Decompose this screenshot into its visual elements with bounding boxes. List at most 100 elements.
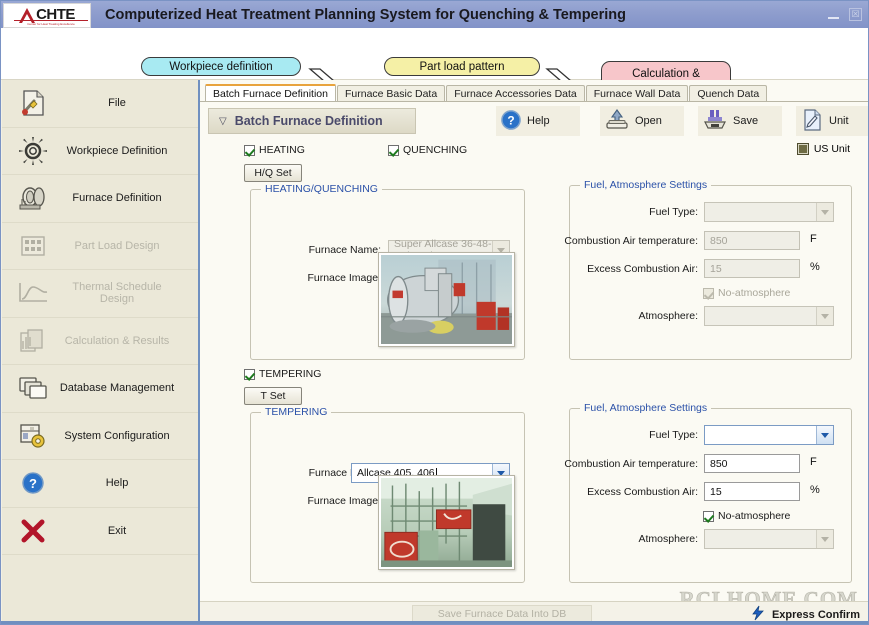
sidebar-item-label: Calculation & Results (64, 334, 170, 347)
close-button[interactable]: ☒ (849, 8, 862, 21)
workflow-step-part-load-pattern[interactable]: Part load pattern (384, 57, 540, 76)
svg-text:?: ? (507, 113, 514, 127)
tempering-excess-air-label: Excess Combustion Air: (587, 486, 698, 498)
hq-excess-air-label: Excess Combustion Air: (587, 263, 698, 275)
t-set-button[interactable]: T Set (244, 387, 302, 405)
sidebar-item-calculation-results[interactable]: Calculation & Results (2, 318, 198, 365)
sidebar-item-database-management[interactable]: Database Management (2, 365, 198, 413)
sidebar-filler (2, 555, 198, 624)
logo-subtext: Center for Heat Treating Excellence (14, 19, 88, 26)
checkbox-quenching[interactable]: QUENCHING (388, 144, 467, 156)
checkbox-label: QUENCHING (403, 144, 468, 156)
toolbar-unit-button[interactable]: Unit (796, 106, 868, 136)
question-circle-icon: ? (12, 466, 54, 500)
chevron-down-icon[interactable] (816, 426, 833, 444)
checkbox-label: HEATING (259, 144, 305, 156)
sidebar-item-exit[interactable]: Exit (2, 508, 198, 555)
group-legend: Fuel, Atmosphere Settings (580, 179, 712, 191)
config-gear-icon (12, 419, 54, 453)
bar-results-icon (12, 324, 54, 358)
sidebar-item-label: Exit (107, 524, 127, 537)
hq-atmosphere-combo[interactable] (704, 306, 834, 326)
toolbar-button-label: Open (635, 115, 662, 127)
sidebar-item-label: Furnace Definition (72, 192, 162, 205)
sidebar-item-system-configuration[interactable]: System Configuration (2, 413, 198, 460)
window-controls: ☒ (828, 8, 862, 21)
checkbox-tempering[interactable]: TEMPERING (244, 368, 321, 380)
file-icon (12, 86, 54, 120)
hq-excess-air-input[interactable]: 15 (704, 259, 800, 278)
tab-furnace-accessories-data[interactable]: Furnace Accessories Data (446, 85, 585, 102)
tab-label: Furnace Accessories Data (454, 88, 577, 100)
sidebar-item-part-load-design[interactable]: Part Load Design (2, 223, 198, 270)
tempering-no-atmosphere-checkbox[interactable]: No-atmosphere (703, 510, 790, 522)
group-legend: Fuel, Atmosphere Settings (580, 402, 712, 414)
tab-quench-data[interactable]: Quench Data (689, 85, 768, 102)
chevron-down-icon[interactable] (816, 307, 833, 325)
checkbox-indicator (244, 144, 255, 156)
tab-underline (200, 101, 868, 102)
window-title: Computerized Heat Treatment Planning Sys… (105, 6, 627, 23)
hq-atmosphere-value (704, 306, 834, 326)
hq-excess-air-unit: % (810, 261, 820, 273)
hq-combustion-air-temp-value: 850 (710, 234, 728, 247)
sidebar-item-label: Help (105, 477, 129, 490)
tab-strip: Batch Furnace Definition Furnace Basic D… (205, 84, 768, 102)
section-header-batch-furnace-definition[interactable]: ▽ Batch Furnace Definition (208, 108, 416, 134)
group-legend: TEMPERING (261, 406, 332, 418)
sidebar: File Workpiece Definition Furnace Defini… (2, 80, 200, 623)
tempering-atmosphere-label: Atmosphere: (638, 533, 698, 545)
workflow-step-workpiece-definition[interactable]: Workpiece definition (141, 57, 301, 76)
tempering-fuel-type-combo[interactable] (704, 425, 834, 445)
red-x-icon (12, 514, 54, 548)
sidebar-item-label: File (108, 97, 126, 110)
hq-combustion-air-temp-input[interactable]: 850 (704, 231, 800, 250)
furnace-photo-hq (381, 255, 512, 344)
sidebar-item-workpiece-definition[interactable]: Workpiece Definition (2, 128, 198, 175)
minimize-button[interactable] (828, 11, 839, 19)
tempering-fuel-type-value (704, 425, 834, 445)
save-furnace-data-button[interactable]: Save Furnace Data Into DB (412, 605, 592, 622)
question-circle-icon: ? (500, 109, 522, 134)
tab-furnace-basic-data[interactable]: Furnace Basic Data (336, 85, 446, 102)
checkbox-heating[interactable]: HEATING (244, 144, 305, 156)
hq-combustion-air-temp-label: Combustion Air temperature: (564, 235, 698, 247)
hq-furnace-image-label: Furnace Image: (307, 272, 381, 284)
tempering-excess-air-value: 15 (710, 485, 722, 498)
hq-set-button[interactable]: H/Q Set (244, 164, 302, 182)
tab-furnace-wall-data[interactable]: Furnace Wall Data (585, 85, 689, 102)
sidebar-item-thermal-schedule-design[interactable]: Thermal Schedule Design (2, 270, 198, 318)
workflow-step-label: Part load pattern (419, 60, 505, 73)
hq-combustion-air-temp-unit: F (810, 233, 817, 245)
tempering-combustion-air-temp-label: Combustion Air temperature: (564, 458, 698, 470)
us-unit-indicator[interactable]: US Unit (796, 143, 850, 155)
hq-fuel-type-label: Fuel Type: (649, 206, 698, 218)
tab-batch-furnace-definition[interactable]: Batch Furnace Definition (205, 84, 336, 102)
tab-label: Quench Data (697, 88, 760, 100)
tempering-combustion-air-temp-input[interactable]: 850 (704, 454, 800, 473)
t-set-button-label: T Set (260, 390, 286, 402)
sidebar-item-label: Database Management (59, 382, 175, 395)
chevron-down-icon[interactable] (816, 203, 833, 221)
hq-no-atmosphere-checkbox[interactable]: No-atmosphere (703, 287, 790, 299)
tempering-combustion-air-temp-unit: F (810, 456, 817, 468)
express-confirm-label: Express Confirm (771, 608, 860, 621)
tempering-excess-air-input[interactable]: 15 (704, 482, 800, 501)
toolbar-open-button[interactable]: Open (600, 106, 684, 136)
toolbar-help-button[interactable]: ? Help (496, 106, 580, 136)
chevron-down-icon[interactable]: ▽ (219, 116, 227, 127)
chevron-down-icon[interactable] (816, 530, 833, 548)
title-bar: CHTE Center for Heat Treating Excellence… (1, 1, 868, 28)
sidebar-item-furnace-definition[interactable]: Furnace Definition (2, 175, 198, 223)
application-window: CHTE Center for Heat Treating Excellence… (0, 0, 869, 625)
toolbar-save-button[interactable]: Save (698, 106, 782, 136)
hq-atmosphere-label: Atmosphere: (638, 310, 698, 322)
sidebar-item-file[interactable]: File (2, 80, 198, 128)
hq-fuel-type-combo[interactable] (704, 202, 834, 222)
hq-furnace-name-label: Furnace Name: (308, 244, 381, 256)
floppy-disk-icon (702, 108, 728, 135)
tempering-atmosphere-combo[interactable] (704, 529, 834, 549)
tempering-fuel-type-label: Fuel Type: (649, 429, 698, 441)
sidebar-item-help[interactable]: ? Help (2, 460, 198, 508)
furnace-icon (12, 181, 54, 215)
